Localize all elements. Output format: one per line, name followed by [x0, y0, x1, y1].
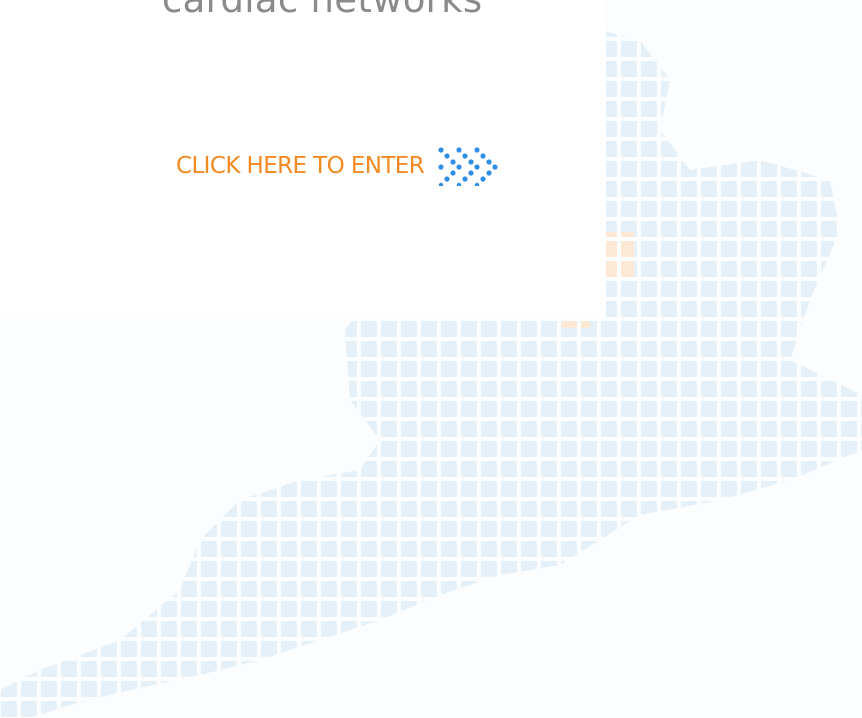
enter-link[interactable]: CLICK HERE TO ENTER [176, 146, 506, 186]
dotted-arrows-icon [438, 147, 498, 186]
map-highlight [602, 232, 634, 278]
tagline: cardiac networks [162, 0, 482, 21]
splash-panel: cardiac networks CLICK HERE TO ENTER [0, 0, 606, 318]
enter-link-label: CLICK HERE TO ENTER [176, 153, 425, 179]
